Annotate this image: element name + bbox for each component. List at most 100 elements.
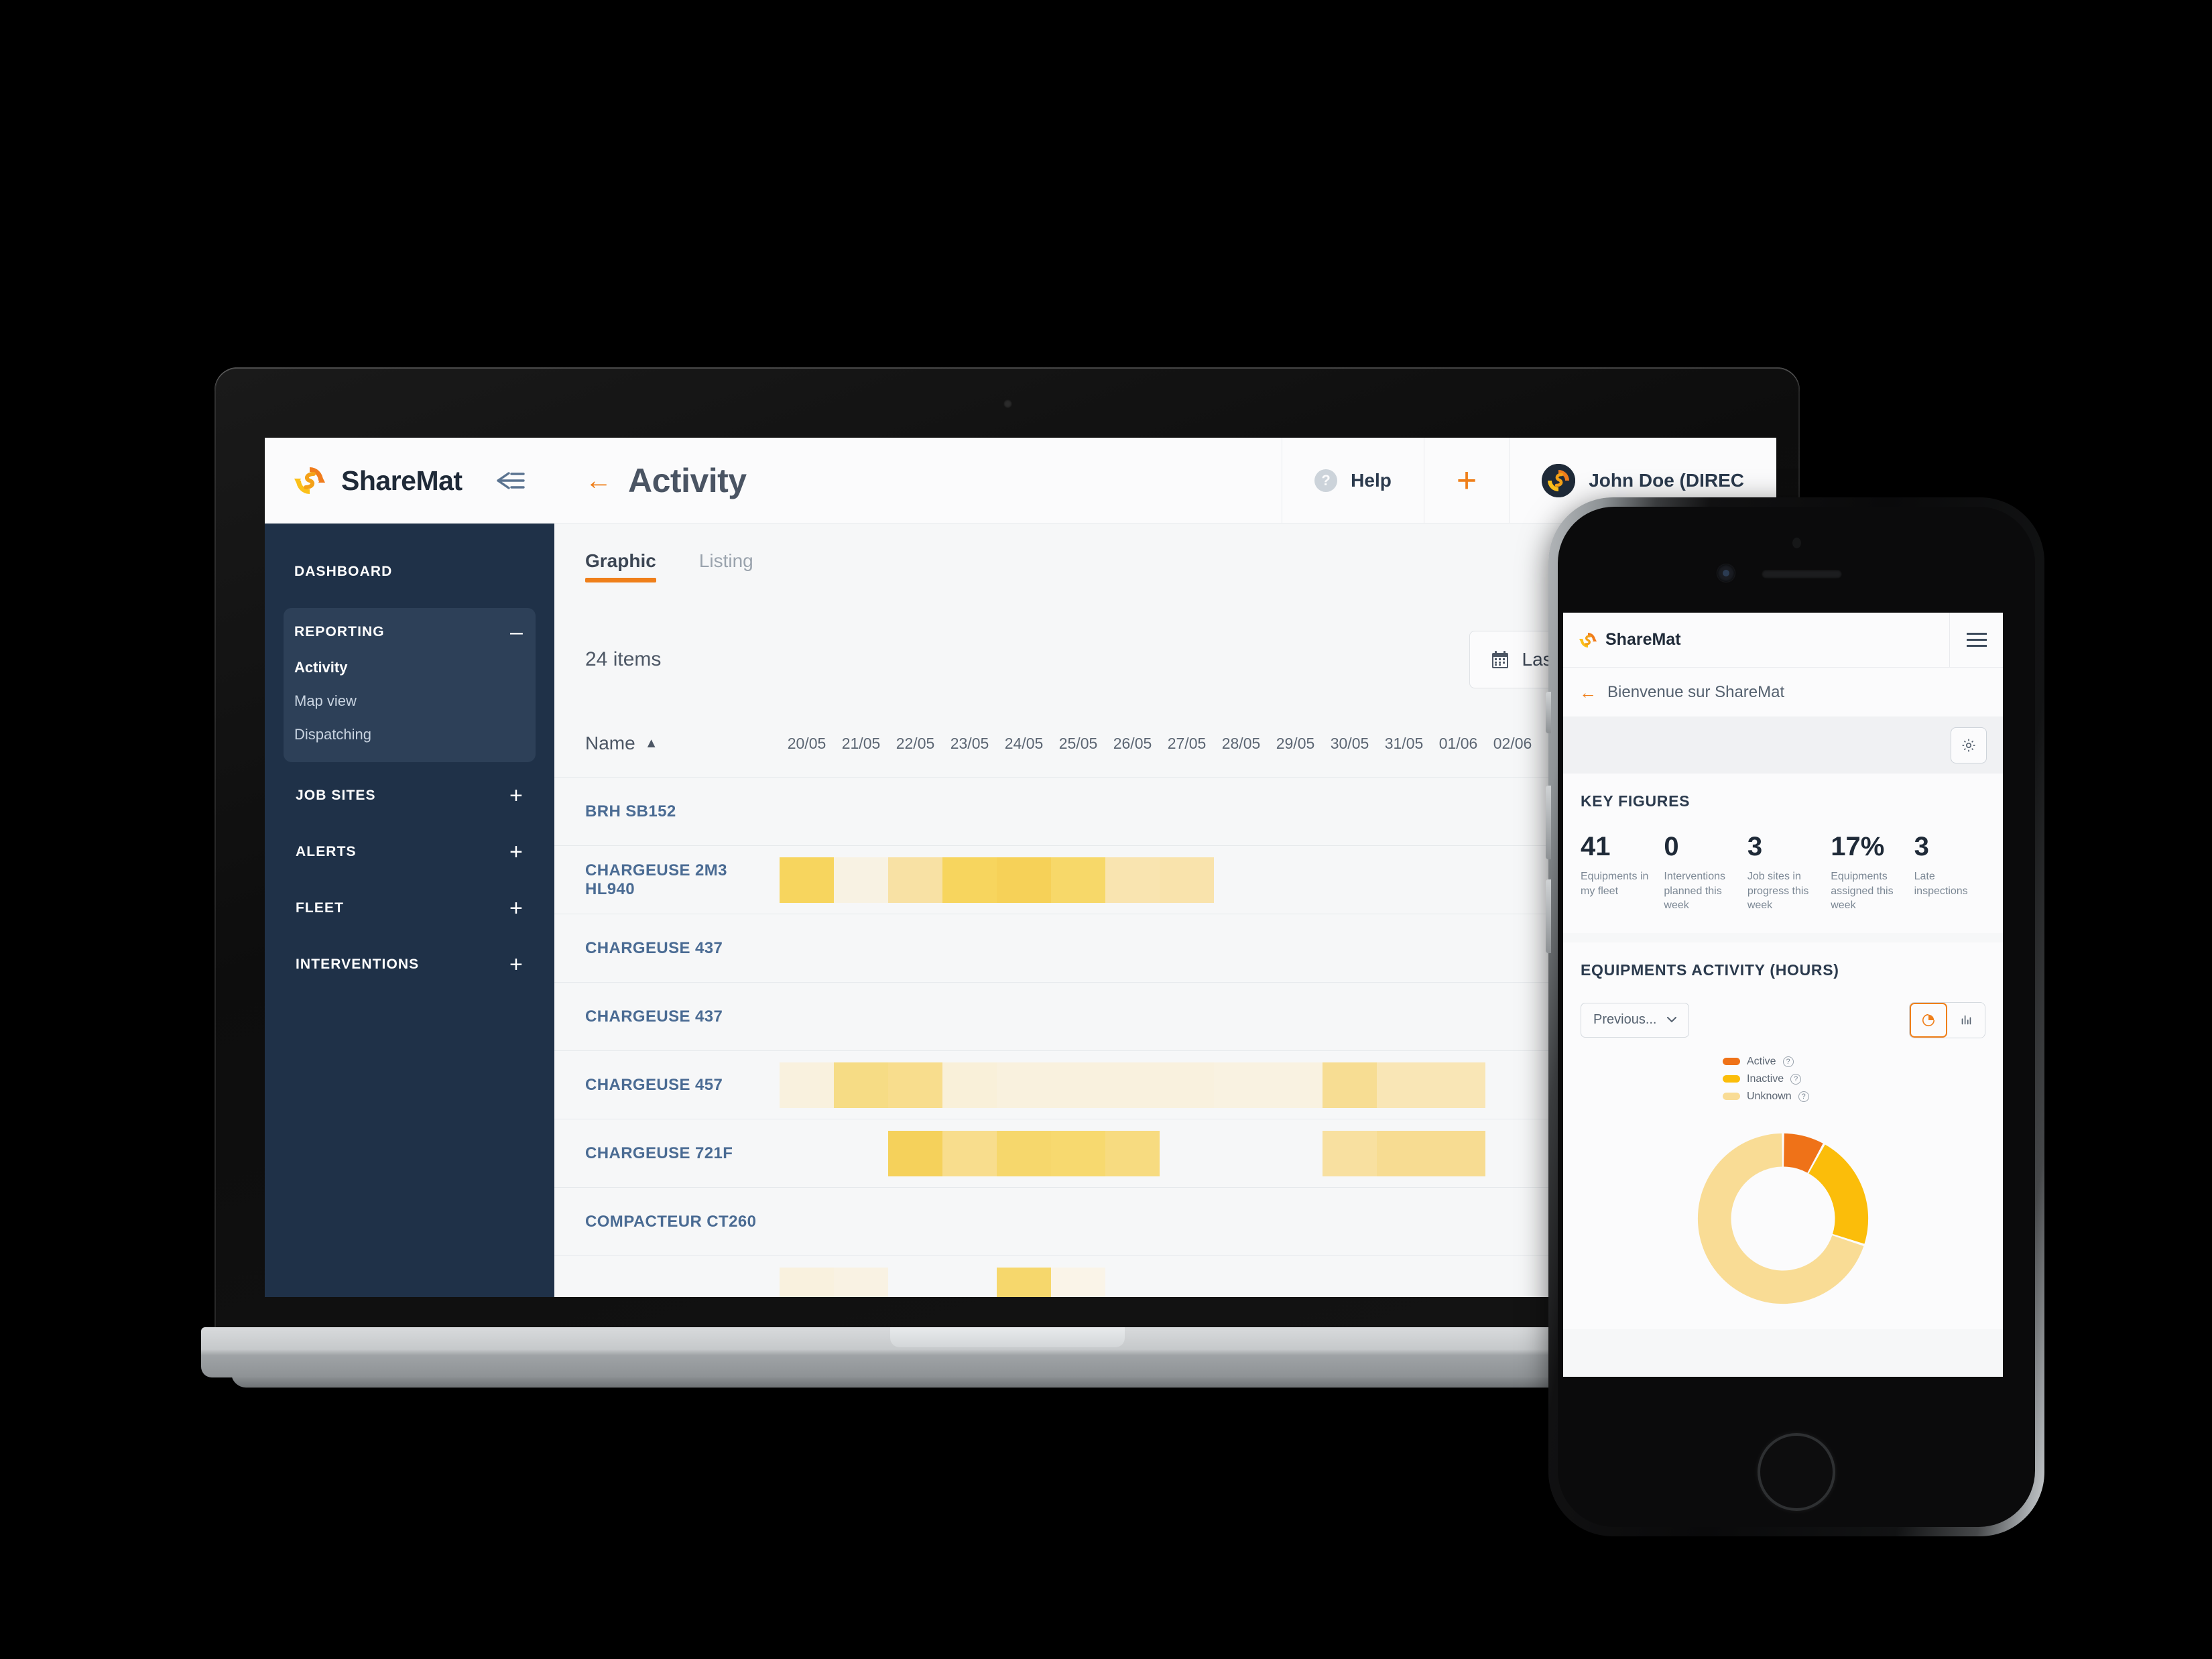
brand-name: ShareMat: [341, 465, 463, 496]
minus-icon[interactable]: –: [510, 621, 524, 643]
activity-bar-cell: [1485, 1199, 1540, 1245]
tab-listing[interactable]: Listing: [699, 550, 753, 582]
sidebar-group-fleet[interactable]: FLEET +: [284, 880, 536, 936]
help-button[interactable]: ? Help: [1282, 438, 1424, 524]
sidebar-brand-bar: ShareMat: [265, 438, 554, 524]
period-select-value: Previous...: [1593, 1012, 1657, 1028]
activity-bar-cell: [1268, 1268, 1323, 1298]
activity-bar-cell: [1268, 789, 1323, 835]
key-figure: 3 Job sites in progress this week: [1747, 833, 1819, 913]
info-icon[interactable]: ?: [1790, 1073, 1802, 1085]
brand[interactable]: ShareMat: [292, 463, 463, 499]
back-arrow-icon[interactable]: ←: [585, 467, 612, 494]
plus-icon[interactable]: +: [509, 841, 524, 863]
phone-front-camera-icon: [1717, 564, 1735, 582]
sidebar-item-activity[interactable]: Activity: [284, 652, 536, 683]
equipment-name[interactable]: CHARGEUSE 437: [585, 939, 780, 958]
sidebar-item-dispatching[interactable]: Dispatching: [284, 717, 536, 746]
activity-donut-chart: [1581, 1115, 1985, 1323]
mobile-brand[interactable]: ShareMat: [1563, 630, 1681, 650]
activity-bar-cell: [780, 1131, 834, 1176]
page-title: Activity: [628, 461, 747, 499]
period-select[interactable]: Previous...: [1581, 1002, 1690, 1038]
date-column-header: 27/05: [1167, 734, 1207, 752]
sidebar-group-interventions-label: INTERVENTIONS: [296, 957, 420, 972]
sidebar-groups: JOB SITES + ALERTS + FLEET + INTERVENTIO…: [284, 767, 536, 993]
legend-item: Active?: [1723, 1056, 1794, 1068]
plus-icon[interactable]: +: [509, 897, 524, 920]
tab-graphic[interactable]: Graphic: [585, 550, 656, 582]
activity-bar-cell: [1214, 994, 1268, 1040]
activity-bar-cell: [997, 1267, 1051, 1297]
phone-mute-switch[interactable]: [1546, 692, 1551, 733]
sidebar-group-reporting-header[interactable]: REPORTING –: [284, 612, 536, 652]
key-figure-value: 3: [1747, 832, 1763, 861]
phone-proximity-sensor-icon: [1792, 538, 1801, 548]
bar-chart-icon[interactable]: [1947, 1002, 1985, 1038]
pie-chart-icon[interactable]: [1910, 1002, 1947, 1038]
equipments-activity-controls: Previous...: [1581, 1001, 1985, 1038]
equipment-name[interactable]: BRH SB152: [585, 802, 780, 821]
page-header: ← Activity: [554, 461, 1282, 500]
phone-body: ShareMat ← Bienvenue sur ShareMat KEY FI…: [1546, 497, 2044, 1536]
equipment-name[interactable]: CHARGEUSE 2M3 HL940: [585, 861, 780, 899]
activity-bar-cell: [1431, 1130, 1485, 1176]
activity-bar-cell: [1105, 857, 1160, 903]
plus-icon[interactable]: +: [509, 784, 524, 807]
info-icon[interactable]: ?: [1798, 1091, 1809, 1102]
sidebar-group-job-sites[interactable]: JOB SITES +: [284, 767, 536, 824]
activity-bar-cell: [1377, 994, 1431, 1040]
equipment-name[interactable]: CHARGEUSE 437: [585, 1007, 780, 1026]
activity-bar-cell: [780, 789, 834, 835]
equipment-name[interactable]: COMPACTEUR CT260: [585, 1213, 780, 1231]
sidebar-group-interventions[interactable]: INTERVENTIONS +: [284, 936, 536, 993]
activity-bar-cell: [997, 994, 1051, 1040]
column-header-name[interactable]: Name ▲: [585, 733, 780, 754]
key-figure-value: 41: [1581, 832, 1611, 861]
phone-device: ShareMat ← Bienvenue sur ShareMat KEY FI…: [1546, 497, 2044, 1536]
activity-bar-cell: [997, 926, 1051, 971]
key-figure-label: Late inspections: [1914, 871, 1968, 897]
activity-bar-cell: [888, 1268, 942, 1298]
activity-bar-cell: [997, 1130, 1051, 1176]
activity-bar-cell: [942, 789, 997, 835]
gear-icon[interactable]: [1951, 727, 1987, 763]
legend-swatch: [1723, 1075, 1740, 1083]
activity-bar-cell: [834, 1199, 888, 1245]
add-button[interactable]: +: [1423, 438, 1509, 524]
activity-bar-cell: [1377, 1130, 1431, 1176]
activity-bar-cell: [1051, 994, 1105, 1040]
activity-bar-cell: [1105, 1062, 1160, 1108]
screenshot-stage: ShareMat DASHBOARD REPORTING – Activity …: [0, 0, 2212, 1659]
legend-label: Inactive: [1747, 1072, 1784, 1085]
activity-bar-cell: [1431, 1062, 1485, 1108]
sharemat-logo-icon: [1578, 630, 1598, 650]
back-arrow-icon[interactable]: ←: [1579, 684, 1597, 701]
activity-bar-cell: [834, 857, 888, 903]
activity-bar-cell: [1431, 789, 1485, 835]
phone-home-button[interactable]: [1758, 1433, 1835, 1511]
column-header-name-label: Name: [585, 733, 635, 753]
equipment-name[interactable]: CHARGEUSE 457: [585, 1076, 780, 1095]
phone-volume-up-button[interactable]: [1546, 786, 1551, 859]
sidebar-item-map-view[interactable]: Map view: [284, 683, 536, 717]
activity-bar-cell: [1323, 1199, 1377, 1245]
activity-bar-cell: [1485, 1131, 1540, 1176]
sidebar-group-reporting: REPORTING – Activity Map view Dispatchin…: [284, 608, 536, 762]
date-column-header: 26/05: [1113, 734, 1152, 752]
activity-bar-cell: [888, 1199, 942, 1245]
donut-slice-inactive[interactable]: [1808, 1144, 1869, 1244]
sidebar-group-alerts[interactable]: ALERTS +: [284, 824, 536, 880]
phone-volume-down-button[interactable]: [1546, 879, 1551, 953]
plus-icon[interactable]: +: [509, 953, 524, 976]
info-icon[interactable]: ?: [1782, 1056, 1794, 1067]
activity-bar-cell: [1105, 1130, 1160, 1176]
activity-bar-cell: [1431, 1199, 1485, 1245]
activity-bar-cell: [888, 857, 942, 903]
hamburger-menu-icon[interactable]: [1949, 613, 2003, 668]
equipment-name[interactable]: CHARGEUSE 721F: [585, 1144, 780, 1163]
activity-bar-cell: [942, 1199, 997, 1245]
phone-earpiece-icon: [1762, 570, 1842, 578]
collapse-sidebar-icon[interactable]: [493, 469, 528, 492]
key-figure-value: 0: [1664, 832, 1679, 861]
